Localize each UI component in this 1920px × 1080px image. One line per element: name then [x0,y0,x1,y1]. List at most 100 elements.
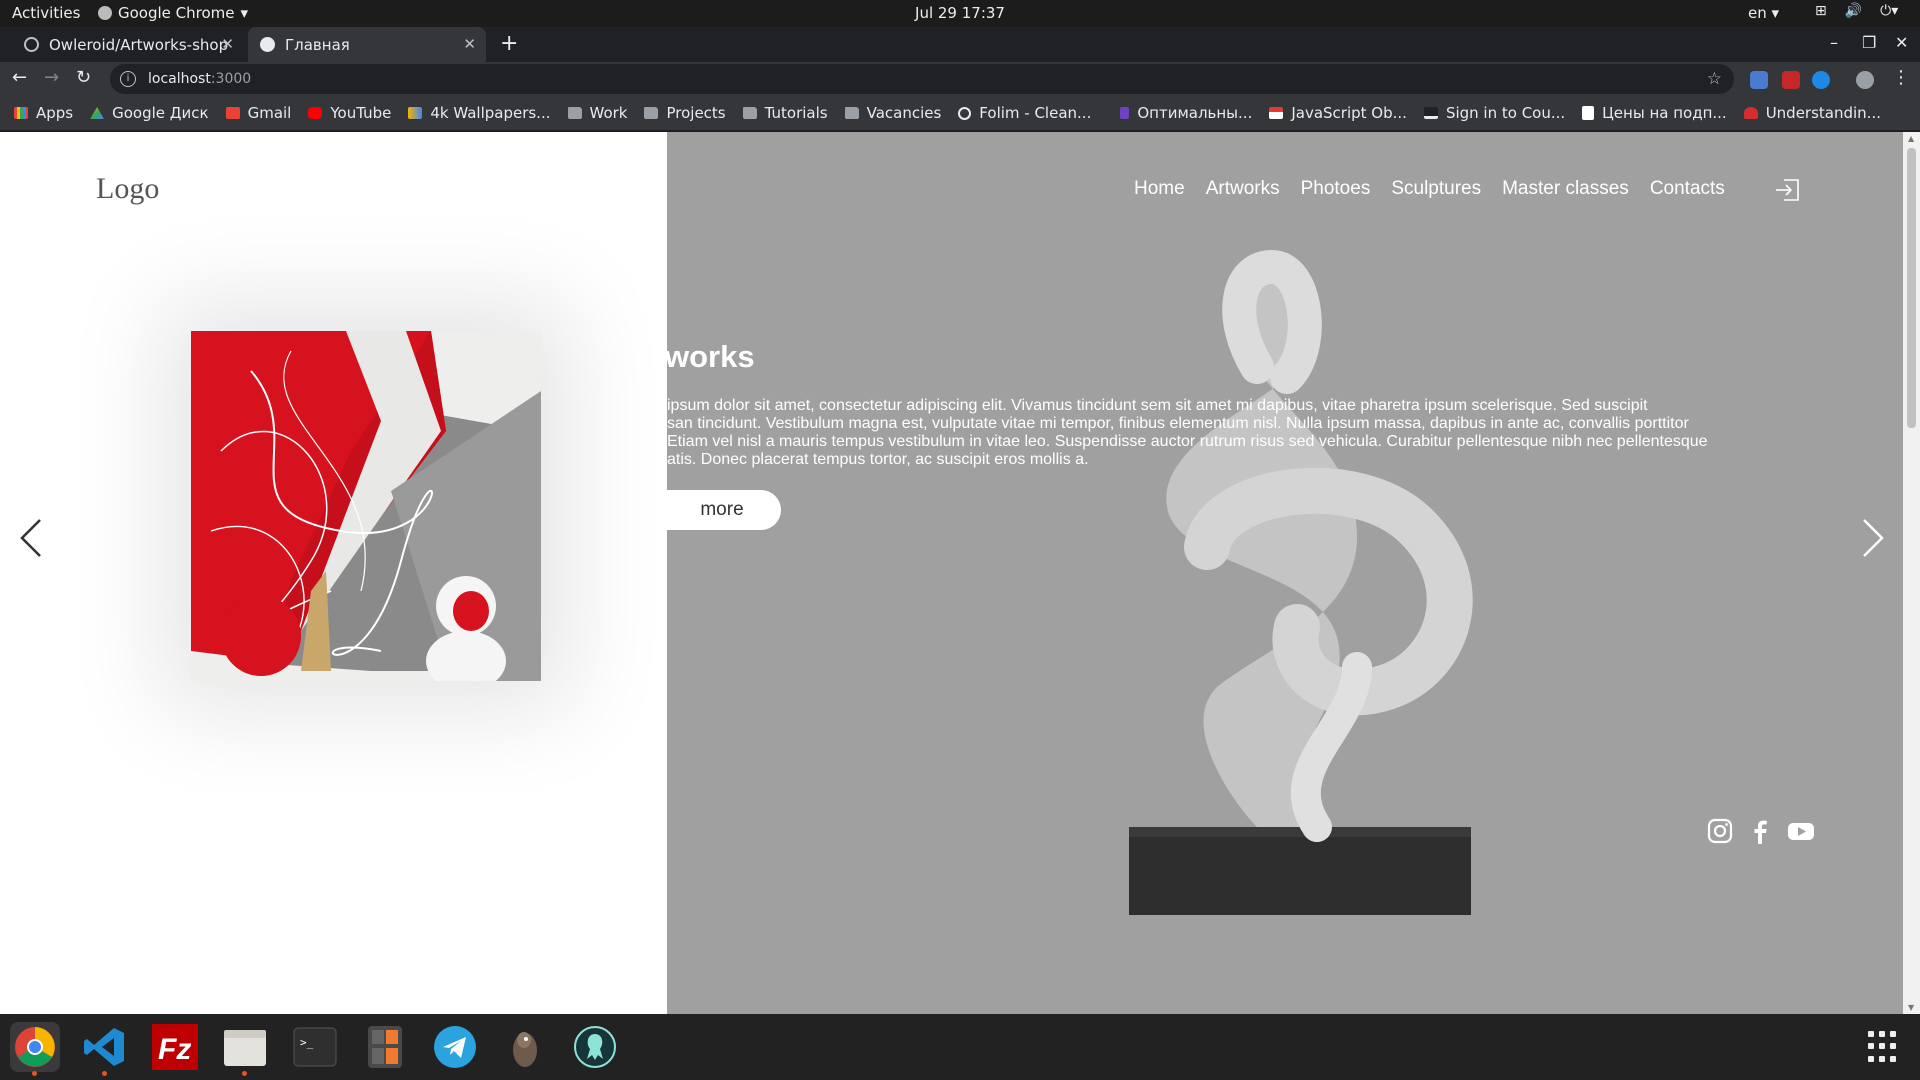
extension-icon[interactable] [1750,71,1768,89]
restore-icon[interactable]: ❐ [1862,33,1876,52]
url-port: :3000 [210,71,252,87]
js-icon [1269,107,1284,119]
clock[interactable]: Jul 29 17:37 [0,4,1920,22]
show-applications-grid-icon[interactable] [1868,1031,1900,1063]
tab-main[interactable]: Главная ✕ [248,27,486,62]
bookmark-optimal[interactable]: Оптимальны... [1108,104,1252,122]
scroll-up-icon[interactable]: ▲ [1908,134,1914,143]
prev-slide-arrow-icon[interactable] [12,514,48,562]
bookmark-apps[interactable]: Apps [14,104,73,122]
vscode-icon[interactable] [80,1022,130,1076]
next-slide-arrow-icon[interactable] [1856,514,1892,562]
bookmark-label: Оптимальны... [1137,104,1253,122]
minimize-icon[interactable]: – [1830,33,1838,52]
bookmark-4k-wallpapers[interactable]: 4k Wallpapers... [408,104,551,122]
u-icon [1743,107,1758,119]
bookmark-label: Understandin... [1765,104,1881,122]
h-icon [1582,106,1595,120]
main-nav: Home Artworks Photoes Sculptures Master … [1134,178,1725,200]
tab-github[interactable]: Owleroid/Artworks-shop ✕ [12,27,244,62]
system-top-bar: Activities Google Chrome ▾ Jul 29 17:37 … [0,0,1920,27]
running-indicator [32,1071,37,1076]
artwork-thumbnail[interactable] [191,331,541,681]
filezilla-icon[interactable]: Fz [150,1022,200,1072]
bookmark-star-icon[interactable]: ☆ [1707,69,1722,89]
hero-title: works [667,339,755,374]
profile-avatar-icon[interactable] [1856,71,1874,89]
new-tab-plus-icon[interactable]: + [500,31,518,56]
bookmark-javascript[interactable]: JavaScript Ob... [1269,104,1407,122]
nav-sculptures[interactable]: Sculptures [1391,178,1481,200]
scrollbar-thumb[interactable] [1907,148,1916,428]
bookmark-projects[interactable]: Projects [644,104,726,122]
bookmark-label: YouTube [330,104,392,122]
reload-icon[interactable]: ↻ [76,67,91,88]
page-scrollbar[interactable]: ▲ ▼ [1903,132,1920,1014]
language-label: en [1748,4,1767,22]
bookmark-vacancies[interactable]: Vacancies [844,104,941,122]
gimp-icon[interactable] [500,1022,550,1072]
kebab-menu-icon[interactable]: ⋮ [1892,67,1910,88]
youtube-icon[interactable] [1787,818,1814,844]
drive-icon [90,107,105,119]
nav-home[interactable]: Home [1134,178,1185,200]
window-close-icon[interactable]: ✕ [1895,33,1908,52]
extension-shield-icon[interactable] [1782,71,1800,89]
folder-icon [644,107,659,119]
close-tab-icon[interactable]: ✕ [221,35,234,53]
terminal-icon[interactable]: >_ [290,1022,340,1072]
bookmark-label: Folim - Clean... [979,104,1092,122]
scroll-down-icon[interactable]: ▼ [1908,1003,1914,1012]
nav-photoes[interactable]: Photoes [1301,178,1371,200]
calculator-icon[interactable] [360,1022,410,1072]
address-bar[interactable]: i localhost:3000 ☆ [110,64,1734,94]
more-button[interactable]: more [667,490,781,530]
bookmark-label: Google Диск [112,104,209,122]
bookmark-work[interactable]: Work [567,104,628,122]
bookmark-youtube[interactable]: YouTube [308,104,391,122]
tab-title: Главная [285,35,350,54]
svg-text:>_: >_ [300,1036,314,1049]
hero-description: ipsum dolor sit amet, consectetur adipis… [667,397,1708,468]
bookmark-google-drive[interactable]: Google Диск [90,104,209,122]
bookmark-coursera[interactable]: Sign in to Cou... [1423,104,1565,122]
system-tray[interactable]: ⊞ 🔊 ⏻▾ [1815,3,1898,19]
language-indicator[interactable]: en ▾ [1748,4,1779,22]
bookmark-gmail[interactable]: Gmail [225,104,292,122]
github-favicon-icon [24,37,39,52]
page-viewport: Logo Home Artworks Photoes Sculptures Ma… [0,132,1920,1014]
bookmark-understanding[interactable]: Understandin... [1743,104,1881,122]
instagram-icon[interactable] [1707,818,1733,844]
bookmark-label: Work [589,104,628,122]
bookmark-folim[interactable]: Folim - Clean... [958,104,1091,122]
facebook-icon[interactable] [1747,818,1773,844]
bookmark-label: Цены на подп... [1602,104,1727,122]
folder-icon [567,107,582,119]
chrome-icon[interactable] [10,1022,60,1076]
nav-contacts[interactable]: Contacts [1650,178,1725,200]
telegram-icon[interactable] [430,1022,480,1072]
bookmarks-bar: Apps Google Диск Gmail YouTube 4k Wallpa… [0,96,1920,131]
forward-arrow-icon[interactable]: → [44,67,59,88]
tab-title: Owleroid/Artworks-shop [49,35,229,54]
nav-master-classes[interactable]: Master classes [1502,178,1629,200]
files-icon[interactable] [220,1022,270,1076]
login-icon[interactable] [1774,178,1800,202]
site-logo[interactable]: Logo [96,172,159,206]
sculpture-image [1129,249,1473,915]
extension-circle-icon[interactable] [1812,71,1830,89]
close-tab-icon[interactable]: ✕ [463,35,476,53]
bookmark-prices[interactable]: Цены на подп... [1582,104,1727,122]
back-arrow-icon[interactable]: ← [12,67,27,88]
bookmark-tutorials[interactable]: Tutorials [742,104,828,122]
globe-icon [958,106,972,120]
bookmark-label: 4k Wallpapers... [430,104,551,122]
bookmark-label: Gmail [247,104,292,122]
bookmark-label: JavaScript Ob... [1291,104,1407,122]
z-icon [1120,107,1130,119]
gitkraken-icon[interactable] [570,1022,620,1072]
site-info-icon[interactable]: i [120,71,136,87]
hero-panel: Home Artworks Photoes Sculptures Master … [667,132,1903,1014]
nav-artworks[interactable]: Artworks [1206,178,1280,200]
url-host: localhost [148,71,211,87]
